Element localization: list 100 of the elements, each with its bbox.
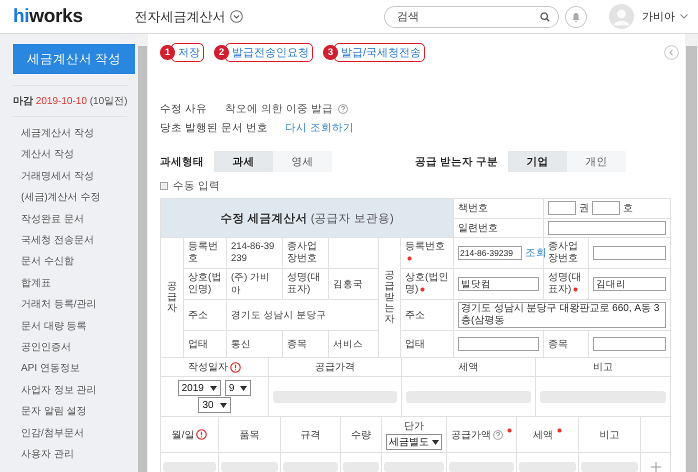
- table-cell: 책번호: [454, 198, 544, 218]
- checkbox[interactable]: [160, 182, 168, 190]
- sidebar-item[interactable]: 거래처 등록/관리: [13, 294, 97, 316]
- column-header: 월/일: [172, 428, 194, 442]
- registration-number-field[interactable]: 214-86-39239: [458, 246, 522, 260]
- deadline-label: 마감: [13, 96, 33, 107]
- help-icon[interactable]: [338, 104, 348, 114]
- table-cell: 업태: [184, 330, 226, 358]
- column-header: 단가: [404, 420, 424, 433]
- column-header: 세액: [458, 361, 478, 374]
- table-cell: 종목: [282, 330, 328, 358]
- step-number-badge: 1: [160, 44, 175, 60]
- unit-label: 호: [623, 202, 634, 216]
- field-label: 과세형태: [160, 154, 204, 168]
- sidebar-item[interactable]: 공인인증서: [13, 337, 71, 358]
- compose-invoice-button[interactable]: 세금계산서 작성: [13, 44, 135, 74]
- sidebar-item[interactable]: 거래명세서 작성: [13, 166, 94, 188]
- chevron-down-icon[interactable]: [230, 10, 243, 23]
- add-row-button[interactable]: [650, 462, 660, 472]
- field-label: 공급 받는자 구분: [415, 154, 498, 168]
- sidebar-item[interactable]: 인감/첨부문서: [13, 422, 84, 444]
- sidebar-item[interactable]: 세금계산서 작성: [13, 123, 94, 144]
- sidebar-item[interactable]: 작성완료 문서: [13, 208, 84, 230]
- company-name-field[interactable]: 빌닷컴: [458, 277, 540, 291]
- table-cell: 주소: [184, 300, 226, 330]
- chevron-down-icon[interactable]: [680, 14, 688, 19]
- sidebar-item[interactable]: 사업자 정보 관리: [13, 380, 97, 402]
- scrollbar[interactable]: [685, 34, 698, 472]
- search-icon[interactable]: [540, 12, 550, 22]
- collapse-icon[interactable]: [664, 44, 679, 60]
- serial-number-field[interactable]: [548, 220, 666, 235]
- sidebar-item[interactable]: 문서 대량 등록: [13, 316, 87, 338]
- checkbox-label[interactable]: 수동 입력: [173, 179, 220, 193]
- column-header: 수량: [351, 428, 371, 442]
- column-header: 세액: [533, 428, 553, 442]
- sidebar-item[interactable]: 계산서 작성: [13, 144, 74, 166]
- search-field[interactable]: 검색: [384, 6, 559, 28]
- invoice-title: 수정 세금계산서 (공급자 보관용): [160, 198, 454, 238]
- app-title: 전자세금계산서: [134, 8, 226, 26]
- table-cell: 등록번호: [184, 238, 226, 268]
- table-cell: 주소: [400, 300, 454, 330]
- caret-icon: [210, 386, 217, 390]
- table-cell: 상호(법인명): [184, 268, 226, 300]
- field-label: 당초 발행된 문서 번호: [160, 121, 269, 135]
- column-header: 규격: [300, 428, 320, 442]
- business-type-field[interactable]: [458, 337, 540, 351]
- sidebar-item[interactable]: 합계표: [13, 272, 51, 294]
- branch-number-field[interactable]: [593, 246, 666, 260]
- book-number-field[interactable]: [592, 201, 620, 216]
- day-select[interactable]: 30: [198, 397, 231, 413]
- segment-option[interactable]: 기업: [508, 151, 567, 172]
- segment-option[interactable]: 과세: [214, 151, 273, 172]
- column-header: 비고: [593, 361, 613, 374]
- address-field[interactable]: 경기도 성남시 분당구 대왕판교로 660, A동 3층(삼평동: [458, 302, 666, 328]
- deadline-remaining: (10일전): [90, 96, 128, 107]
- segment-option[interactable]: 개인: [566, 151, 626, 172]
- table-cell: 공급받는자: [378, 238, 400, 358]
- table-cell: 214-86-39239: [226, 238, 282, 268]
- table-cell: 성명(대표자): [544, 268, 589, 300]
- table-cell: 종사업장번호: [544, 238, 589, 268]
- help-icon[interactable]: [493, 430, 503, 440]
- table-cell: 등록번호: [400, 238, 454, 268]
- table-cell: 업태: [400, 330, 454, 358]
- table-cell: 공급자: [160, 238, 184, 358]
- sidebar-item[interactable]: (세금)계산서 수정: [13, 187, 100, 209]
- book-number-field[interactable]: [548, 201, 576, 216]
- lookup-link[interactable]: 다시 조회하기: [285, 121, 354, 135]
- column-header: 공급가격: [315, 361, 355, 374]
- unit-label: 권: [579, 202, 590, 216]
- table-cell: (주) 가비아: [226, 268, 282, 300]
- table-cell: 종목: [544, 330, 589, 358]
- column-header: 공급가액: [451, 428, 491, 442]
- toolbar-action-link[interactable]: 발급/국세청전송: [334, 42, 426, 62]
- column-header: 작성일자: [188, 361, 228, 374]
- field-label: 수정 사유: [160, 102, 208, 116]
- sidebar-item[interactable]: 국세청 전송문서: [13, 230, 94, 252]
- column-header: 품목: [240, 428, 260, 442]
- segment-option[interactable]: 영세: [273, 151, 332, 172]
- table-cell: 성명(대표자): [282, 268, 328, 300]
- year-select[interactable]: 2019: [178, 380, 221, 396]
- sidebar-item[interactable]: 문자 알림 설정: [13, 401, 87, 423]
- sidebar-item[interactable]: 문서 수신함: [13, 251, 74, 273]
- tax-mode-select[interactable]: 세금별도: [386, 434, 442, 450]
- representative-field[interactable]: 김대리: [593, 277, 666, 291]
- avatar-icon[interactable]: [609, 4, 634, 29]
- month-select[interactable]: 9: [224, 380, 252, 396]
- user-name[interactable]: 가비아: [642, 9, 675, 24]
- toolbar-action-link[interactable]: 저장: [171, 42, 204, 62]
- caret-icon: [240, 386, 248, 390]
- step-number-badge: 3: [323, 44, 338, 60]
- sidebar-item[interactable]: 사용자 관리: [13, 444, 74, 466]
- bell-icon[interactable]: [565, 6, 587, 28]
- sidebar-item[interactable]: API 연동정보: [13, 358, 80, 380]
- logo[interactable]: hiworks: [13, 6, 83, 28]
- deadline-date: 2019-10-10: [36, 96, 87, 107]
- table-cell: 상호(법인명): [400, 268, 454, 300]
- business-item-field[interactable]: [593, 337, 666, 351]
- table-cell: 일련번호: [454, 218, 544, 238]
- toolbar-action-link[interactable]: 발급전송인요청: [225, 42, 313, 62]
- table-cell: 종사업장번호: [282, 238, 328, 268]
